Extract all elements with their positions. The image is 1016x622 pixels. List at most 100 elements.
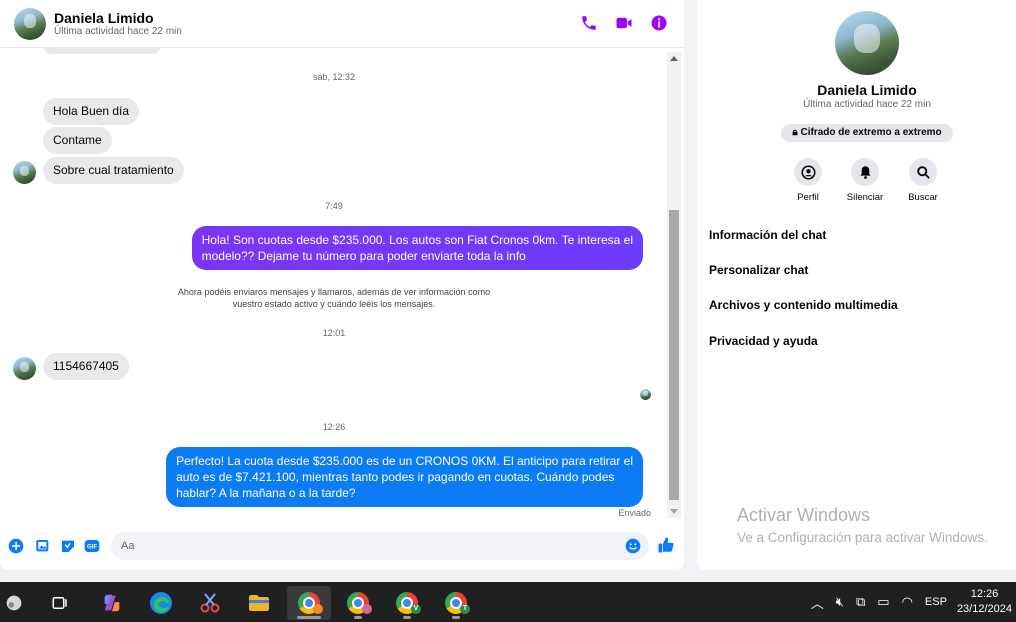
phone-icon[interactable] bbox=[580, 14, 598, 32]
widgets-icon[interactable] bbox=[0, 586, 36, 620]
message-input[interactable]: Aa bbox=[111, 532, 649, 560]
scissors-icon bbox=[200, 593, 220, 613]
section-media-files[interactable]: Archivos y contenido multimedia⌄ bbox=[709, 298, 1016, 312]
incoming-message[interactable]: Contame bbox=[43, 127, 112, 154]
speaker-muted-icon[interactable]: 🔇︎ bbox=[836, 594, 844, 610]
bell-icon bbox=[860, 165, 870, 179]
chevron-up-icon[interactable]: ︿ bbox=[811, 593, 824, 612]
chrome-profile-badge: T bbox=[460, 604, 470, 614]
composer: GIF Aa bbox=[0, 530, 684, 562]
edge-button[interactable] bbox=[139, 586, 183, 620]
contact-header-text[interactable]: Daniela Limido Última actividad hace 22 … bbox=[54, 10, 182, 38]
weather-widget-icon bbox=[6, 595, 22, 611]
message-scrollbar[interactable] bbox=[667, 52, 681, 518]
video-call-icon[interactable] bbox=[615, 14, 633, 32]
section-label: Personalizar chat bbox=[709, 263, 809, 277]
thumbs-up-icon[interactable] bbox=[657, 536, 675, 554]
battery-icon[interactable]: ▭ bbox=[877, 594, 889, 610]
sender-avatar bbox=[13, 161, 36, 184]
copilot-button[interactable] bbox=[90, 586, 134, 620]
file-explorer-button[interactable] bbox=[237, 586, 281, 620]
chrome-window-1[interactable] bbox=[287, 586, 331, 620]
user-circle-icon bbox=[800, 164, 816, 180]
search-action-circle bbox=[909, 158, 937, 186]
system-tray: ︿ 🔇︎ ⧉ ▭ ◠ ESP 12:26 23/12/2024 bbox=[805, 582, 1016, 622]
section-label: Información del chat bbox=[709, 228, 827, 242]
language-indicator[interactable]: ESP bbox=[925, 596, 947, 608]
task-view-icon bbox=[52, 597, 67, 609]
contact-last-active: Última actividad hace 22 min bbox=[54, 25, 182, 37]
message-bubble-cut bbox=[43, 48, 161, 54]
lock-icon: 🔒︎ bbox=[792, 127, 798, 138]
chrome-window-4[interactable]: T bbox=[434, 586, 478, 620]
incoming-message[interactable]: Hola Buen día bbox=[43, 98, 140, 125]
message-input-placeholder: Aa bbox=[121, 540, 135, 552]
outgoing-message[interactable]: Hola! Son cuotas desde $235.000. Los aut… bbox=[191, 226, 643, 270]
section-label: Archivos y contenido multimedia bbox=[709, 298, 898, 312]
chrome-profile-badge bbox=[362, 604, 372, 614]
section-chat-info[interactable]: Información del chat⌄ bbox=[709, 228, 1016, 242]
taskbar: V T ︿ 🔇︎ ⧉ ▭ ◠ ESP 12:26 23/12/2024 bbox=[0, 582, 1016, 622]
clock-date: 23/12/2024 bbox=[956, 603, 1012, 615]
encryption-badge[interactable]: 🔒︎ Cifrado de extremo a extremo bbox=[781, 124, 953, 142]
message-list[interactable]: sáb, 12:32 Hola Buen día Contame Sobre c… bbox=[0, 48, 668, 520]
sent-status: Enviado bbox=[618, 508, 651, 518]
header-actions bbox=[580, 14, 668, 32]
section-customize-chat[interactable]: Personalizar chat⌄ bbox=[709, 263, 1016, 277]
activate-windows-title: Activar Windows bbox=[737, 505, 871, 525]
copilot-icon bbox=[104, 594, 120, 612]
sender-avatar bbox=[13, 357, 36, 380]
contact-avatar[interactable] bbox=[14, 7, 46, 40]
message-line: hablar? A la mañana o a la tarde? bbox=[176, 486, 356, 500]
wifi-icon[interactable]: ◠ bbox=[902, 594, 913, 610]
clock-time: 12:26 bbox=[970, 588, 999, 600]
task-view-button[interactable] bbox=[38, 586, 82, 620]
info-icon[interactable] bbox=[650, 14, 668, 32]
chrome-profile-badge: V bbox=[411, 604, 421, 614]
encryption-label: Cifrado de extremo a extremo bbox=[800, 127, 942, 138]
chrome-window-2[interactable] bbox=[336, 586, 380, 620]
camera-icon[interactable]: ⧉ bbox=[856, 594, 865, 610]
plus-circle-icon[interactable] bbox=[8, 538, 24, 554]
gif-icon[interactable]: GIF bbox=[84, 538, 100, 554]
snipping-tool-button[interactable] bbox=[188, 586, 232, 620]
scroll-thumb[interactable] bbox=[669, 210, 679, 500]
timestamp-separator: 12:26 bbox=[322, 422, 346, 432]
connection-notice: Ahora podéis enviaros mensajes y llamaro… bbox=[150, 286, 518, 310]
search-icon bbox=[916, 165, 930, 179]
section-label: Privacidad y ayuda bbox=[709, 334, 818, 348]
chat-header: Daniela Limido Última actividad hace 22 … bbox=[0, 0, 684, 48]
scroll-up-arrow[interactable] bbox=[670, 56, 678, 61]
profile-action[interactable]: Perfil bbox=[778, 158, 838, 203]
profile-last-active: Última actividad hace 22 min bbox=[803, 99, 931, 110]
folder-icon bbox=[249, 595, 269, 611]
incoming-message[interactable]: Sobre cual tratamiento bbox=[43, 157, 184, 184]
notice-line: Ahora podéis enviaros mensajes y llamaro… bbox=[177, 287, 491, 297]
contact-name: Daniela Limido bbox=[54, 9, 154, 26]
profile-name: Daniela Limido bbox=[817, 82, 917, 98]
mute-action[interactable]: Silenciar bbox=[835, 158, 895, 203]
system-clock[interactable]: 12:26 23/12/2024 bbox=[957, 587, 1012, 617]
timestamp-separator: 12:01 bbox=[322, 328, 346, 338]
message-line: modelo?? Dejame tu número para poder env… bbox=[201, 249, 526, 263]
edge-icon bbox=[150, 592, 172, 614]
search-action[interactable]: Buscar bbox=[893, 158, 953, 203]
message-line: Perfecto! La cuota desde $235.000 es de … bbox=[176, 454, 633, 468]
section-privacy-support[interactable]: Privacidad y ayuda⌄ bbox=[709, 334, 1016, 348]
emoji-icon[interactable] bbox=[625, 538, 641, 554]
chat-info-panel: Daniela Limido Última actividad hace 22 … bbox=[697, 0, 1016, 570]
outgoing-message[interactable]: Perfecto! La cuota desde $235.000 es de … bbox=[166, 447, 643, 507]
incoming-message[interactable]: 1154667405 bbox=[43, 353, 129, 380]
chrome-window-3[interactable]: V bbox=[385, 586, 429, 620]
notice-line: vuestro estado activo y cuándo leéis los… bbox=[232, 299, 436, 309]
profile-action-label: Perfil bbox=[797, 192, 819, 203]
profile-avatar[interactable] bbox=[835, 11, 899, 75]
scroll-down-arrow[interactable] bbox=[670, 509, 678, 514]
gif-label: GIF bbox=[87, 545, 97, 551]
chat-panel: Daniela Limido Última actividad hace 22 … bbox=[0, 0, 684, 570]
activate-windows-subtitle: Ve a Configuración para activar Windows. bbox=[737, 530, 988, 545]
chrome-profile-badge bbox=[313, 604, 323, 614]
sticker-icon[interactable] bbox=[60, 538, 76, 554]
photo-icon[interactable] bbox=[35, 538, 51, 554]
timestamp-separator: 7:49 bbox=[325, 201, 343, 211]
